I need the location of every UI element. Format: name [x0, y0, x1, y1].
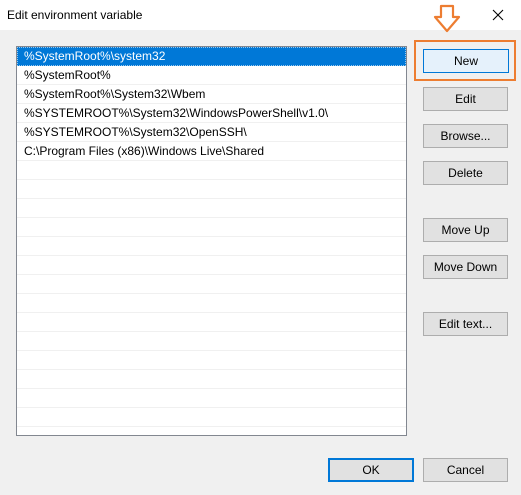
- empty-row[interactable]: [17, 218, 406, 237]
- list-item[interactable]: %SYSTEMROOT%\System32\WindowsPowerShell\…: [17, 104, 406, 123]
- down-arrow-icon: [433, 4, 461, 33]
- browse-button[interactable]: Browse...: [423, 124, 508, 148]
- path-list[interactable]: %SystemRoot%\system32 %SystemRoot% %Syst…: [16, 46, 407, 436]
- empty-row[interactable]: [17, 275, 406, 294]
- new-button[interactable]: New: [423, 49, 509, 73]
- edit-text-button[interactable]: Edit text...: [423, 312, 508, 336]
- cancel-button[interactable]: Cancel: [423, 458, 508, 482]
- list-item[interactable]: %SYSTEMROOT%\System32\OpenSSH\: [17, 123, 406, 142]
- move-up-button[interactable]: Move Up: [423, 218, 508, 242]
- close-button[interactable]: [475, 0, 521, 30]
- close-icon: [492, 9, 504, 21]
- empty-row[interactable]: [17, 370, 406, 389]
- move-down-button[interactable]: Move Down: [423, 255, 508, 279]
- list-item[interactable]: %SystemRoot%\system32: [17, 47, 406, 66]
- empty-row[interactable]: [17, 332, 406, 351]
- empty-row[interactable]: [17, 313, 406, 332]
- list-item[interactable]: %SystemRoot%\System32\Wbem: [17, 85, 406, 104]
- empty-row[interactable]: [17, 237, 406, 256]
- ok-button[interactable]: OK: [328, 458, 414, 482]
- list-item[interactable]: C:\Program Files (x86)\Windows Live\Shar…: [17, 142, 406, 161]
- window-title: Edit environment variable: [7, 8, 143, 22]
- empty-row[interactable]: [17, 256, 406, 275]
- empty-row[interactable]: [17, 180, 406, 199]
- empty-row[interactable]: [17, 161, 406, 180]
- list-item[interactable]: %SystemRoot%: [17, 66, 406, 85]
- empty-row[interactable]: [17, 408, 406, 427]
- delete-button[interactable]: Delete: [423, 161, 508, 185]
- edit-button[interactable]: Edit: [423, 87, 508, 111]
- empty-row[interactable]: [17, 389, 406, 408]
- empty-row[interactable]: [17, 351, 406, 370]
- empty-row[interactable]: [17, 199, 406, 218]
- empty-row[interactable]: [17, 294, 406, 313]
